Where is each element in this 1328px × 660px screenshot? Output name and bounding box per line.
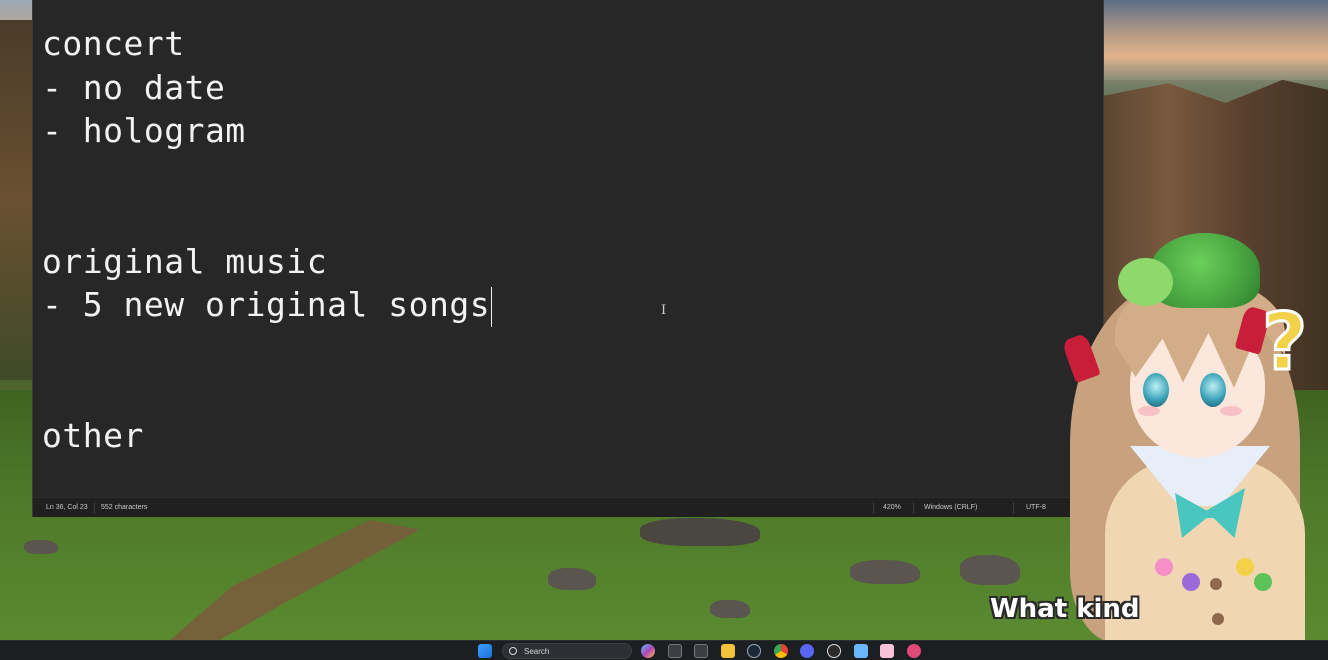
avatar-eye bbox=[1200, 373, 1226, 407]
avatar-blush bbox=[1138, 406, 1160, 416]
wallpaper-rock bbox=[24, 540, 58, 554]
editor-line[interactable] bbox=[42, 327, 1082, 371]
divider bbox=[913, 502, 914, 514]
divider bbox=[1013, 502, 1014, 514]
terminal-icon[interactable] bbox=[668, 644, 682, 658]
steam-icon[interactable] bbox=[747, 644, 761, 658]
terminal-icon[interactable] bbox=[694, 644, 708, 658]
pin-badge-icon bbox=[1155, 558, 1173, 576]
turtle-pin-icon bbox=[1254, 573, 1272, 591]
character-count: 552 characters bbox=[101, 504, 148, 511]
notepad-icon[interactable] bbox=[854, 644, 868, 658]
taskbar-search-box[interactable]: Search bbox=[502, 643, 632, 659]
wallpaper-rock bbox=[640, 518, 760, 546]
editor-line[interactable]: - hologram bbox=[42, 109, 1082, 153]
editor-line-text[interactable]: - 5 new original songs bbox=[42, 285, 490, 324]
editor-line[interactable] bbox=[42, 370, 1082, 414]
taskbar: Search bbox=[0, 640, 1328, 660]
wallpaper-rock bbox=[850, 560, 920, 584]
editor-line[interactable]: other bbox=[42, 414, 1082, 458]
editor-line-current[interactable]: - 5 new original songs bbox=[42, 283, 1082, 327]
avatar-eye bbox=[1143, 373, 1169, 407]
file-explorer-icon[interactable] bbox=[721, 644, 735, 658]
subtitle-caption: What kind bbox=[990, 594, 1140, 624]
notepad-window: concert - no date - hologram original mu… bbox=[32, 0, 1104, 517]
cursor-position[interactable]: Ln 36, Col 23 bbox=[46, 504, 88, 511]
zoom-level[interactable]: 420% bbox=[883, 504, 901, 511]
turtle-head bbox=[1118, 258, 1173, 306]
cardigan-button bbox=[1210, 578, 1222, 590]
wallpaper-rock bbox=[548, 568, 596, 590]
avatar-blush bbox=[1220, 406, 1242, 416]
question-mark: ? bbox=[1260, 297, 1308, 390]
editor-line[interactable] bbox=[42, 196, 1082, 240]
heart-pin-icon bbox=[1182, 573, 1200, 591]
wallpaper-rock bbox=[960, 555, 1020, 585]
text-caret bbox=[491, 286, 493, 327]
line-ending[interactable]: Windows (CRLF) bbox=[924, 504, 977, 511]
star-pin-icon bbox=[1236, 558, 1254, 576]
search-label: Search bbox=[524, 647, 550, 656]
app-icon[interactable] bbox=[880, 644, 894, 658]
ibeam-cursor-icon: I bbox=[661, 303, 667, 318]
app-icon[interactable] bbox=[907, 644, 921, 658]
editor-line[interactable]: concert bbox=[42, 22, 1082, 66]
discord-icon[interactable] bbox=[800, 644, 814, 658]
editor-line[interactable] bbox=[42, 153, 1082, 197]
cardigan-button bbox=[1212, 613, 1224, 625]
wallpaper-rock bbox=[710, 600, 750, 618]
vtuber-avatar: ? bbox=[1050, 228, 1328, 648]
editor-line[interactable]: original music bbox=[42, 240, 1082, 284]
windows-start-icon[interactable] bbox=[478, 644, 492, 658]
obs-icon[interactable] bbox=[827, 644, 841, 658]
text-editor-area[interactable]: concert - no date - hologram original mu… bbox=[42, 22, 1082, 457]
divider bbox=[94, 502, 95, 514]
divider bbox=[873, 502, 874, 514]
status-bar: Ln 36, Col 23 552 characters 420% Window… bbox=[33, 497, 1103, 517]
copilot-icon[interactable] bbox=[641, 644, 655, 658]
search-icon bbox=[509, 647, 517, 655]
editor-line[interactable]: - no date bbox=[42, 66, 1082, 110]
chrome-icon[interactable] bbox=[774, 644, 788, 658]
encoding[interactable]: UTF-8 bbox=[1026, 504, 1046, 511]
wallpaper-sky bbox=[1100, 0, 1328, 80]
